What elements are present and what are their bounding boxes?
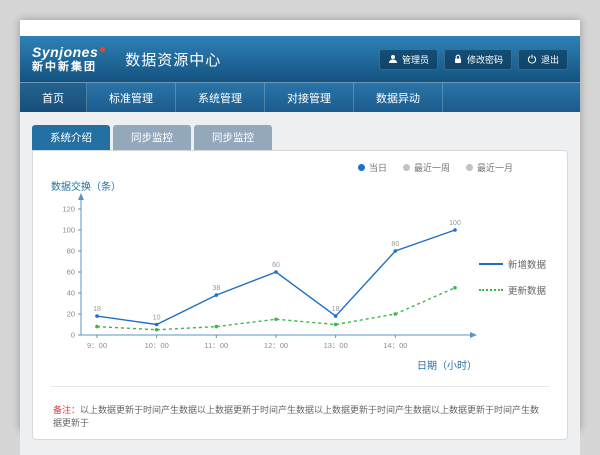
green-dashed-line-icon	[479, 289, 503, 291]
nav-item-system-mgmt[interactable]: 系统管理	[176, 83, 265, 112]
filter-today-label: 当日	[369, 161, 387, 174]
filter-last-week-dot-icon	[403, 164, 410, 171]
legend-update-data-label: 更新数据	[508, 283, 546, 297]
svg-text:9：00: 9：00	[87, 341, 107, 350]
nav-item-connect-mgmt[interactable]: 对接管理	[265, 83, 354, 112]
logo-text: Synjones	[32, 44, 98, 60]
svg-text:40: 40	[67, 289, 75, 298]
logout-label: 退出	[541, 53, 559, 66]
user-icon	[388, 54, 398, 64]
content-area: 系统介绍 同步监控 同步监控 当日 最近一周 最近一月 数据交换（条） 0 20 4…	[20, 112, 580, 455]
svg-text:100: 100	[449, 220, 461, 227]
logout-icon	[527, 54, 537, 64]
user-button[interactable]: 管理员	[379, 49, 438, 70]
svg-text:10: 10	[153, 315, 161, 322]
nav-item-standard-mgmt[interactable]: 标准管理	[87, 83, 176, 112]
svg-text:11：00: 11：00	[205, 341, 229, 350]
chart-row: 0 20 40 60 80 100 120 9：00 10：00 11：00 12：00 13：00 1…	[47, 193, 553, 361]
svg-text:60: 60	[67, 268, 75, 277]
svg-text:13：00: 13：00	[324, 341, 348, 350]
change-password-label: 修改密码	[467, 53, 503, 66]
svg-text:20: 20	[67, 310, 75, 319]
lock-icon	[453, 54, 463, 64]
x-axis-label: 日期（小时）	[47, 357, 477, 372]
divider	[51, 386, 549, 387]
legend-new-data: 新增数据	[479, 257, 546, 271]
svg-text:14：00: 14：00	[383, 341, 407, 350]
svg-text:100: 100	[62, 226, 75, 235]
app-title: 数据资源中心	[125, 49, 221, 70]
nav-item-home[interactable]: 首页	[20, 83, 87, 112]
logo-company-name: 新中新集团	[32, 61, 105, 73]
line-chart: 0 20 40 60 80 100 120 9：00 10：00 11：00 12：00 13：00 1…	[47, 193, 477, 361]
blue-line-icon	[479, 263, 503, 265]
chart-panel: 当日 最近一周 最近一月 数据交换（条） 0 20 40 60 80 100 120 9：00…	[32, 150, 568, 440]
nav-item-data-changes[interactable]: 数据异动	[354, 83, 443, 112]
app-header: Synjones 新中新集团 数据资源中心 管理员 修改密码 退出	[20, 36, 580, 82]
logo-dot-icon	[100, 47, 105, 52]
filter-last-month-label: 最近一月	[477, 161, 513, 174]
svg-text:80: 80	[391, 241, 399, 248]
time-range-filter: 当日 最近一周 最近一月	[47, 159, 553, 174]
filter-last-month[interactable]: 最近一月	[466, 161, 513, 174]
footnote-prefix: 备注：	[53, 405, 80, 415]
legend-new-data-label: 新增数据	[508, 257, 546, 271]
main-nav: 首页 标准管理 系统管理 对接管理 数据异动	[20, 82, 580, 112]
svg-text:120: 120	[62, 205, 75, 214]
tab-system-intro[interactable]: 系统介绍	[32, 125, 110, 150]
tab-strip: 系统介绍 同步监控 同步监控	[32, 125, 568, 150]
filter-last-week[interactable]: 最近一周	[403, 161, 450, 174]
header-actions: 管理员 修改密码 退出	[379, 49, 568, 70]
svg-text:38: 38	[212, 285, 220, 292]
svg-text:80: 80	[67, 247, 75, 256]
legend-update-data: 更新数据	[479, 283, 546, 297]
filter-last-month-dot-icon	[466, 164, 473, 171]
app-window: Synjones 新中新集团 数据资源中心 管理员 修改密码 退出 首页 标准管…	[20, 20, 580, 430]
filter-today[interactable]: 当日	[358, 161, 387, 174]
svg-text:18: 18	[332, 306, 340, 313]
svg-text:60: 60	[272, 262, 280, 269]
change-password-button[interactable]: 修改密码	[444, 49, 512, 70]
svg-text:0: 0	[71, 331, 75, 340]
filter-last-week-label: 最近一周	[414, 161, 450, 174]
svg-text:18: 18	[93, 306, 101, 313]
filter-today-dot-icon	[358, 164, 365, 171]
svg-text:12：00: 12：00	[264, 341, 288, 350]
user-button-label: 管理员	[402, 53, 429, 66]
y-axis-label: 数据交换（条）	[51, 178, 553, 193]
series-legend: 新增数据 更新数据	[479, 257, 546, 297]
logout-button[interactable]: 退出	[518, 49, 568, 70]
tab-sync-monitor-2[interactable]: 同步监控	[194, 125, 272, 150]
footnote: 备注：以上数据更新于时间产生数据以上数据更新于时间产生数据以上数据更新于时间产生…	[47, 403, 553, 429]
logo-wordmark: Synjones	[32, 45, 105, 60]
footnote-text: 以上数据更新于时间产生数据以上数据更新于时间产生数据以上数据更新于时间产生数据以…	[53, 405, 539, 428]
logo: Synjones 新中新集团	[32, 45, 105, 72]
tab-sync-monitor-1[interactable]: 同步监控	[113, 125, 191, 150]
svg-text:10：00: 10：00	[145, 341, 169, 350]
